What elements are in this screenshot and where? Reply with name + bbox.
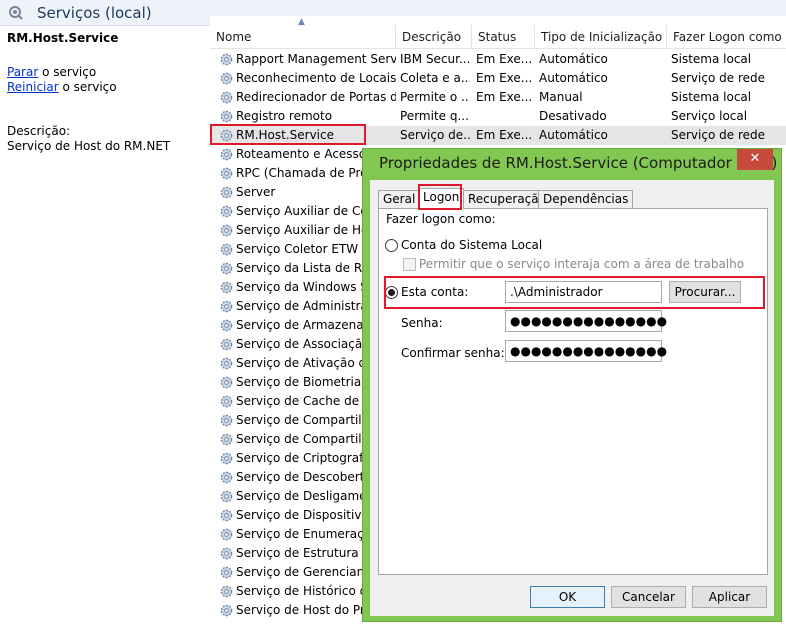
tab-geral[interactable]: Geral <box>378 190 421 208</box>
description-label: Descrição: <box>7 124 71 138</box>
gear-icon <box>220 528 233 541</box>
gear-icon <box>220 566 233 579</box>
password-label: Senha: <box>401 316 443 330</box>
gear-icon <box>220 414 233 427</box>
gear-icon <box>220 148 233 161</box>
gear-icon <box>220 72 233 85</box>
dialog-body: Geral Logon Recuperação Dependências Faz… <box>370 180 774 616</box>
table-row[interactable]: Rapport Management Service IBM Secur... Em… <box>210 50 786 69</box>
password-input[interactable]: ●●●●●●●●●●●●●●● <box>505 310 667 332</box>
gear-icon <box>220 243 233 256</box>
logon-as-label: Fazer logon como: <box>386 212 496 226</box>
service-description-cell: Permite o ... <box>400 90 470 104</box>
service-startup-type-cell: Automático <box>539 71 608 85</box>
gear-icon <box>220 604 233 617</box>
service-description-cell: Coleta e a... <box>400 71 470 85</box>
gear-icon <box>220 376 233 389</box>
service-description-cell: Permite q... <box>400 109 469 123</box>
close-icon[interactable]: ✕ <box>737 149 773 170</box>
restart-service-line: Reiniciar o serviço <box>7 80 117 94</box>
logon-tab-panel: Fazer logon como: Conta do Sistema Local… <box>378 208 768 575</box>
service-logon-cell: Sistema local <box>671 90 752 104</box>
gear-icon <box>220 110 233 123</box>
local-system-radio[interactable] <box>385 239 398 252</box>
service-status-cell: Em Exe... <box>476 128 533 142</box>
restart-service-link[interactable]: Reiniciar <box>7 80 59 94</box>
service-logon-cell: Serviço local <box>671 109 748 123</box>
gear-icon <box>220 509 233 522</box>
selected-service-name: RM.Host.Service <box>7 31 119 45</box>
console-title: Serviços (local) <box>37 4 152 22</box>
gear-icon <box>220 167 233 180</box>
gear-icon <box>220 357 233 370</box>
table-row[interactable]: Redirecionador de Portas d... Permite o .… <box>210 88 786 107</box>
service-name-cell: Redirecionador de Portas d... <box>236 90 396 104</box>
highlight-account-row <box>384 276 765 309</box>
gear-icon <box>220 281 233 294</box>
service-description-cell: IBM Secur... <box>400 52 470 66</box>
gear-icon <box>220 300 233 313</box>
service-logon-cell: Sistema local <box>671 52 752 66</box>
column-header-descricao[interactable]: Descrição <box>396 25 472 49</box>
gear-icon <box>220 186 233 199</box>
gear-icon <box>220 53 233 66</box>
confirm-password-label: Confirmar senha: <box>401 346 505 360</box>
gear-icon <box>220 395 233 408</box>
service-startup-type-cell: Automático <box>539 128 608 142</box>
service-startup-type-cell: Desativado <box>539 109 607 123</box>
gear-icon <box>220 585 233 598</box>
column-header-tipo-inicializacao[interactable]: Tipo de Inicialização <box>535 25 667 49</box>
service-logon-cell: Serviço de rede <box>671 71 765 85</box>
restart-service-text: o serviço <box>58 80 117 94</box>
column-header-nome[interactable]: Nome <box>210 25 396 49</box>
gear-icon <box>220 490 233 503</box>
gear-magnifier-icon <box>9 6 23 20</box>
gear-icon <box>220 262 233 275</box>
stop-service-line: Parar o serviço <box>7 65 96 79</box>
gear-icon <box>220 205 233 218</box>
service-status-cell: Em Exe... <box>476 52 533 66</box>
interact-desktop-label: Permitir que o serviço interaja com a ár… <box>419 257 745 271</box>
gear-icon <box>220 547 233 560</box>
service-detail-pane: RM.Host.Service Parar o serviço Reinicia… <box>0 26 210 627</box>
gear-icon <box>220 319 233 332</box>
service-status-cell: Em Exe... <box>476 90 533 104</box>
ok-button[interactable]: OK <box>530 586 605 608</box>
dialog-title: Propriedades de RM.Host.Service (Computa… <box>379 154 778 172</box>
gear-icon <box>220 452 233 465</box>
interact-desktop-checkbox[interactable] <box>403 258 416 271</box>
description-value: Serviço de Host do RM.NET <box>7 139 171 153</box>
stop-service-link[interactable]: Parar <box>7 65 38 79</box>
service-name-cell: Rapport Management Service <box>236 52 396 66</box>
confirm-password-input[interactable]: ●●●●●●●●●●●●●●● <box>505 340 667 362</box>
column-header-status[interactable]: Status <box>472 25 535 49</box>
gear-icon <box>220 471 233 484</box>
service-status-cell: Em Exe... <box>476 71 533 85</box>
stop-service-text: o serviço <box>38 65 97 79</box>
service-logon-cell: Serviço de rede <box>671 128 765 142</box>
highlight-selected-service <box>210 124 366 145</box>
table-row[interactable]: Reconhecimento de Locais ... Coleta e a..… <box>210 69 786 88</box>
gear-icon <box>220 433 233 446</box>
cancel-button[interactable]: Cancelar <box>611 586 686 608</box>
highlight-logon-tab <box>418 184 462 210</box>
local-system-label: Conta do Sistema Local <box>401 238 543 252</box>
gear-icon <box>220 224 233 237</box>
column-header-fazer-logon[interactable]: Fazer Logon como <box>667 25 786 49</box>
gear-icon <box>220 338 233 351</box>
service-name-cell: Reconhecimento de Locais ... <box>236 71 396 85</box>
apply-button[interactable]: Aplicar <box>692 586 767 608</box>
service-startup-type-cell: Manual <box>539 90 583 104</box>
table-header: ▲ Nome Descrição Status Tipo de Iniciali… <box>210 17 786 49</box>
tab-dependencias[interactable]: Dependências <box>538 190 634 208</box>
properties-dialog: Propriedades de RM.Host.Service (Computa… <box>362 148 782 622</box>
gear-icon <box>220 91 233 104</box>
service-startup-type-cell: Automático <box>539 52 608 66</box>
service-description-cell: Serviço de... <box>400 128 470 142</box>
